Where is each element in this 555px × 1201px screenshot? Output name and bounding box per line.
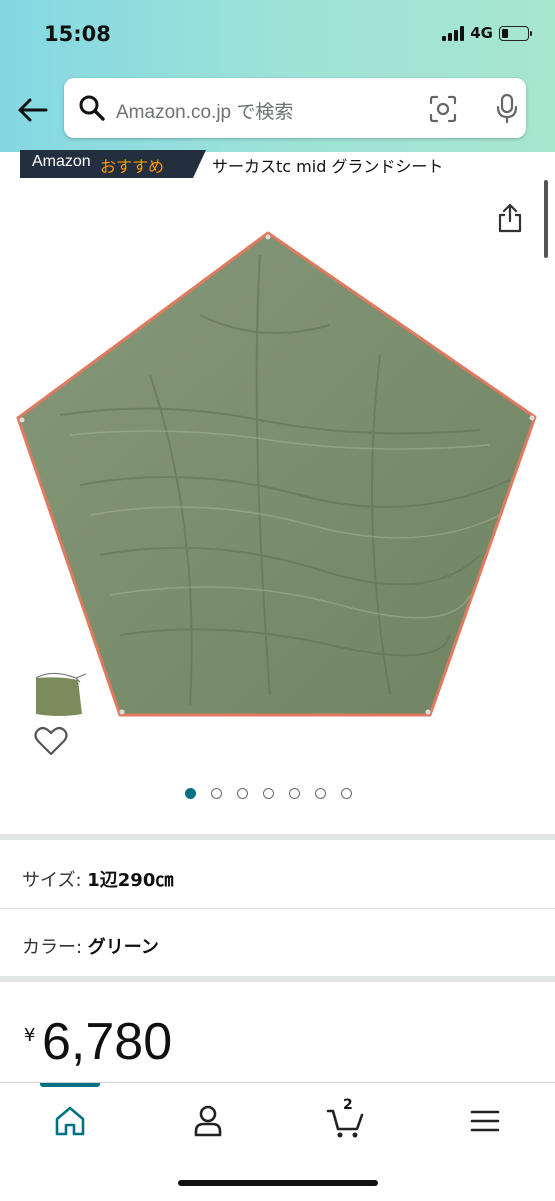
- home-icon[interactable]: [50, 1101, 90, 1141]
- microphone-icon[interactable]: [494, 93, 520, 125]
- section-divider: [0, 976, 555, 982]
- search-bar[interactable]: Amazon.co.jp で検索: [64, 78, 526, 138]
- section-divider: [0, 834, 555, 840]
- size-label: サイズ:: [22, 870, 88, 891]
- badge-recommend-label: おすすめ: [100, 157, 165, 176]
- header: 15:08 4G Amazon.co.jp で検索: [0, 0, 555, 152]
- search-icon: [79, 95, 105, 121]
- price-amount: 6,780: [42, 1013, 173, 1071]
- carousel-dot[interactable]: [289, 788, 300, 799]
- account-icon[interactable]: [188, 1101, 228, 1141]
- battery-icon: [499, 25, 532, 41]
- size-option-row[interactable]: サイズ: 1辺290㎝: [0, 844, 555, 910]
- status-time: 15:08: [44, 22, 111, 46]
- size-value: 1辺290㎝: [87, 870, 174, 891]
- favorite-heart-icon[interactable]: [34, 726, 68, 756]
- menu-icon[interactable]: [465, 1101, 505, 1141]
- carousel-dot[interactable]: [237, 788, 248, 799]
- row-divider: [0, 908, 555, 909]
- search-input[interactable]: Amazon.co.jp で検索: [116, 97, 293, 124]
- carousel-dot[interactable]: [315, 788, 326, 799]
- cart-count: 2: [343, 1097, 353, 1113]
- color-value: グリーン: [87, 937, 159, 958]
- breadcrumb-title[interactable]: サーカスtc mid グランドシート: [212, 153, 443, 177]
- carousel-dot[interactable]: [341, 788, 352, 799]
- carousel-dot[interactable]: [185, 788, 196, 799]
- signal-icon: [442, 25, 465, 41]
- nav-active-indicator: [40, 1083, 100, 1087]
- badge-amazon-label: Amazon: [32, 153, 91, 170]
- cart-button[interactable]: 2: [326, 1097, 366, 1141]
- price-currency: ¥: [24, 1025, 36, 1046]
- network-type: 4G: [470, 24, 493, 42]
- home-indicator: [178, 1180, 378, 1186]
- amazon-recommend-badge: Amazon おすすめ: [20, 150, 206, 178]
- color-option-row[interactable]: カラー: グリーン: [0, 911, 555, 977]
- status-icons: 4G: [442, 24, 532, 42]
- battery-level: [502, 28, 508, 38]
- carousel-dot[interactable]: [211, 788, 222, 799]
- product-thumbnail[interactable]: [30, 668, 90, 718]
- camera-search-icon[interactable]: [429, 95, 457, 123]
- back-arrow-icon[interactable]: [16, 90, 50, 130]
- product-image[interactable]: [0, 225, 555, 730]
- color-label: カラー:: [22, 937, 88, 958]
- carousel-dots[interactable]: [185, 788, 352, 799]
- carousel-dot[interactable]: [263, 788, 274, 799]
